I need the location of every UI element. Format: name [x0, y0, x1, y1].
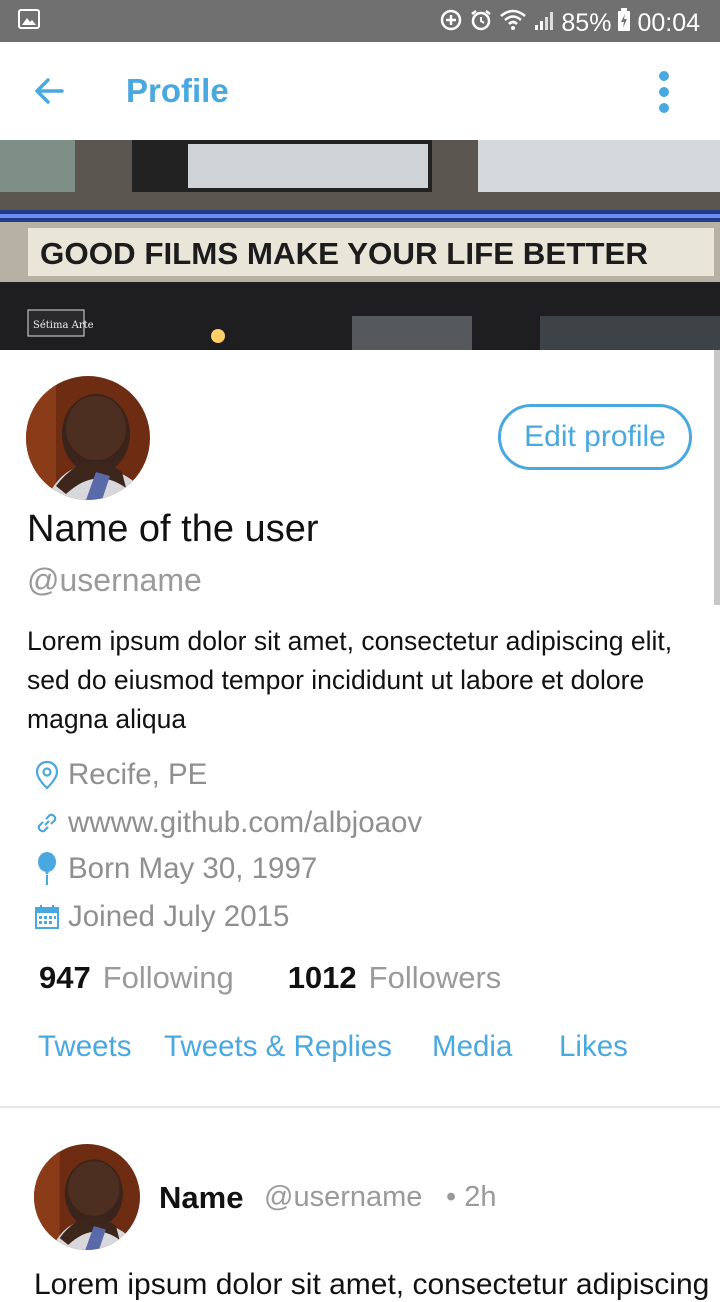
location-text: Recife, PE [68, 758, 208, 791]
divider [0, 1106, 720, 1108]
signal-icon [533, 9, 555, 38]
profile-bio: Lorem ipsum dolor sit amet, consectetur … [27, 626, 673, 734]
profile-name: Name of the user [27, 508, 319, 550]
scrollbar[interactable] [714, 350, 720, 605]
banner-sign-text: GOOD FILMS MAKE YOUR LIFE BETTER [40, 236, 648, 271]
tab-media[interactable]: Media [432, 1030, 512, 1064]
balloon-icon [34, 852, 60, 885]
edit-profile-button[interactable]: Edit profile [498, 404, 692, 470]
tweet-timestamp: • 2h [446, 1181, 497, 1213]
map-pin-icon [34, 760, 60, 790]
profile-banner: GOOD FILMS MAKE YOUR LIFE BETTER Sétima … [0, 140, 720, 350]
banner-small-sign-text: Sétima Arte [33, 320, 94, 331]
battery-icon [617, 8, 631, 39]
link-icon [34, 808, 60, 838]
follow-stats: 947 Following 1012 Followers [39, 960, 501, 996]
profile-joined: Joined July 2015 [34, 900, 289, 934]
following-count[interactable]: 947 [39, 960, 91, 996]
following-label[interactable]: Following [103, 960, 234, 996]
calendar-icon [34, 902, 60, 932]
profile-location: Recife, PE [34, 758, 207, 792]
back-arrow-icon[interactable] [32, 74, 66, 108]
profile-tabs: Tweets Tweets & Replies Media Likes [0, 1030, 720, 1070]
website-link[interactable]: wwww.github.com/albjoaov [68, 806, 422, 840]
tweet-author-handle[interactable]: @username [264, 1181, 422, 1214]
profile-website: wwww.github.com/albjoaov [34, 806, 422, 840]
followers-count[interactable]: 1012 [288, 960, 357, 996]
tab-tweets-replies[interactable]: Tweets & Replies [164, 1030, 392, 1064]
profile-avatar[interactable] [26, 376, 150, 500]
data-saver-icon [439, 8, 463, 39]
page-title: Profile [126, 72, 229, 109]
followers-label[interactable]: Followers [369, 960, 502, 996]
profile-birthday: Born May 30, 1997 [34, 852, 317, 886]
tab-tweets[interactable]: Tweets [38, 1030, 131, 1064]
tab-likes[interactable]: Likes [559, 1030, 628, 1064]
status-bar: 85% 00:04 [0, 0, 720, 42]
tweet-body: Lorem ipsum dolor sit amet, consectetur … [34, 1268, 710, 1301]
wifi-icon [499, 8, 527, 39]
battery-percent: 85% [561, 9, 612, 37]
profile-handle: @username [27, 562, 202, 598]
tweet-avatar[interactable] [34, 1144, 140, 1250]
tweet-author-name[interactable]: Name [159, 1180, 243, 1216]
birthday-text: Born May 30, 1997 [68, 852, 318, 885]
image-notification-icon [18, 9, 40, 34]
more-options-icon[interactable] [656, 70, 672, 114]
app-bar: Profile [0, 42, 720, 140]
alarm-icon [469, 8, 493, 39]
joined-text: Joined July 2015 [68, 900, 290, 933]
clock: 00:04 [637, 9, 700, 37]
